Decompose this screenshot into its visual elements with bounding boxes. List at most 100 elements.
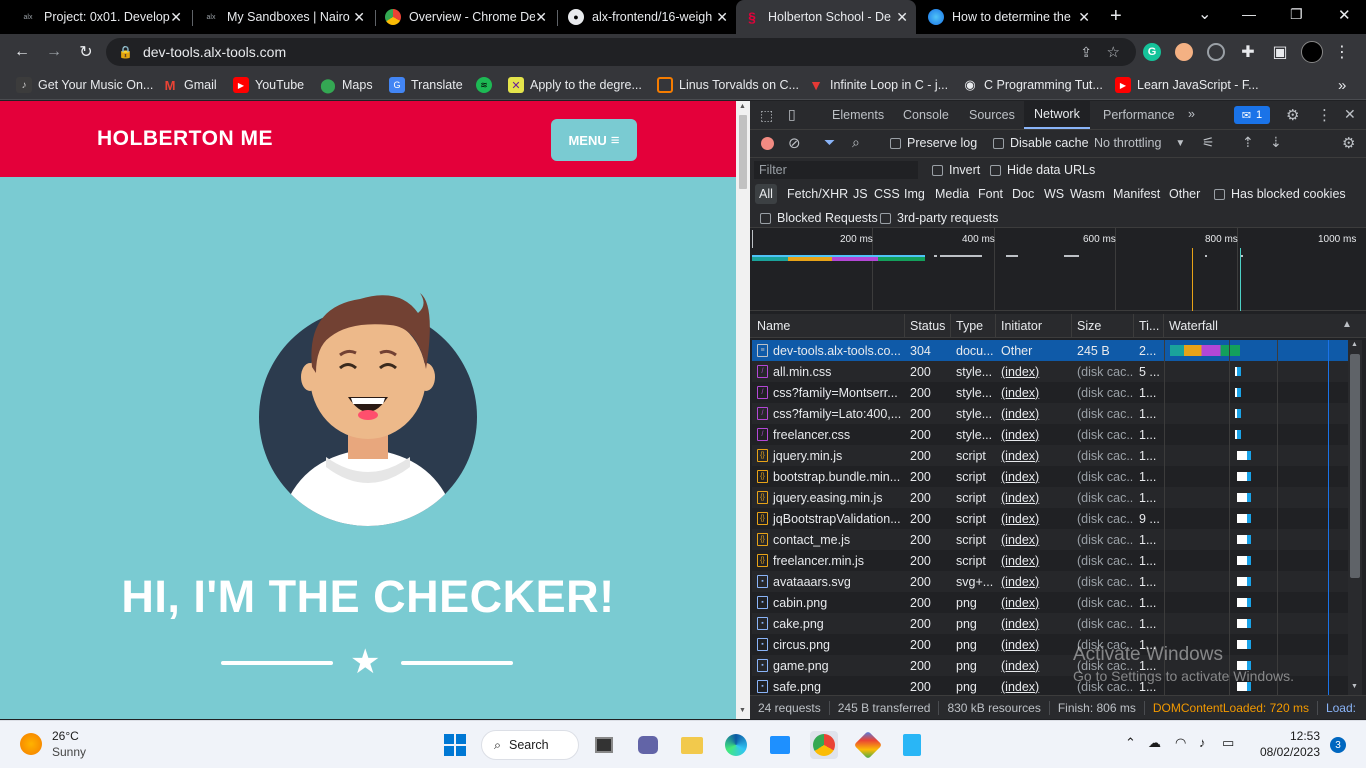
has-blocked-cookies-checkbox[interactable]: Has blocked cookies: [1214, 187, 1346, 201]
cell-name[interactable]: ▪ safe.png: [752, 676, 905, 695]
cell-name[interactable]: ▪ cake.png: [752, 613, 905, 634]
cell-initiator[interactable]: (index): [996, 592, 1072, 613]
tab-performance[interactable]: Performance: [1093, 101, 1185, 129]
filter-img[interactable]: Img: [900, 184, 929, 204]
close-icon[interactable]: ✕: [716, 9, 728, 26]
cell-initiator[interactable]: (index): [996, 487, 1072, 508]
task-view-icon[interactable]: [590, 731, 618, 759]
search-icon[interactable]: ⌕: [852, 134, 860, 151]
bookmark-item[interactable]: ✕ Apply to the degre...: [508, 76, 642, 94]
cell-initiator[interactable]: (index): [996, 508, 1072, 529]
browser-tab[interactable]: alx My Sandboxes | Nairo ✕: [195, 0, 373, 34]
table-row[interactable]: {} jqBootstrapValidation... 200 script (inde…: [752, 508, 1348, 529]
column-waterfall[interactable]: Waterfall: [1164, 314, 1350, 338]
cell-name[interactable]: ≡ dev-tools.alx-tools.co...: [752, 340, 905, 361]
filter-media[interactable]: Media: [931, 184, 973, 204]
chrome-menu-icon[interactable]: ⋮: [1330, 40, 1354, 64]
cell-initiator[interactable]: (index): [996, 655, 1072, 676]
filter-ws[interactable]: WS: [1040, 184, 1068, 204]
table-row[interactable]: {} bootstrap.bundle.min... 200 script (index…: [752, 466, 1348, 487]
new-tab-button[interactable]: +: [1110, 5, 1122, 28]
filter-doc[interactable]: Doc: [1008, 184, 1038, 204]
cell-initiator[interactable]: (index): [996, 550, 1072, 571]
weather-temp[interactable]: 26°C: [52, 729, 79, 743]
filter-manifest[interactable]: Manifest: [1109, 184, 1164, 204]
cell-initiator[interactable]: (index): [996, 634, 1072, 655]
notepad-icon[interactable]: [898, 731, 926, 759]
browser-tab[interactable]: How to determine the ✕: [920, 0, 1098, 34]
chrome-taskbar-icon[interactable]: [810, 731, 838, 759]
issues-badge[interactable]: ✉ 1: [1234, 106, 1270, 124]
sort-ascending-icon[interactable]: ▲: [1342, 319, 1352, 330]
address-bar[interactable]: 🔒 dev-tools.alx-tools.com ⇪ ☆: [106, 38, 1136, 66]
table-row[interactable]: {} freelancer.min.js 200 script (index) (disk…: [752, 550, 1348, 571]
close-window-button[interactable]: ✕: [1338, 6, 1351, 24]
cell-name[interactable]: ▪ game.png: [752, 655, 905, 676]
bookmark-item[interactable]: ♪ Get Your Music On...: [16, 76, 153, 94]
cell-initiator[interactable]: (index): [996, 424, 1072, 445]
cell-name[interactable]: {} contact_me.js: [752, 529, 905, 550]
cell-initiator[interactable]: (index): [996, 382, 1072, 403]
close-devtools-icon[interactable]: ✕: [1344, 106, 1356, 123]
table-row[interactable]: {} contact_me.js 200 script (index) (disk cac…: [752, 529, 1348, 550]
edge-icon[interactable]: [722, 731, 750, 759]
column-name[interactable]: Name: [752, 314, 905, 338]
bookmark-item[interactable]: ▶ YouTube: [233, 76, 304, 94]
scroll-down-arrow[interactable]: ▼: [739, 707, 746, 714]
table-row[interactable]: / freelancer.css 200 style... (index) (disk c…: [752, 424, 1348, 445]
browser-tab-active[interactable]: § Holberton School - De ✕: [736, 0, 916, 34]
cell-name[interactable]: / freelancer.css: [752, 424, 905, 445]
menu-button[interactable]: MENU ≡: [551, 119, 637, 161]
hide-data-urls-checkbox[interactable]: Hide data URLs: [990, 163, 1095, 177]
more-tabs-icon[interactable]: »: [1188, 107, 1195, 121]
network-settings-icon[interactable]: ⚙: [1342, 134, 1355, 152]
clear-icon[interactable]: ⊘: [788, 134, 801, 152]
cell-initiator[interactable]: (index): [996, 571, 1072, 592]
scroll-down-arrow[interactable]: ▼: [1351, 683, 1358, 690]
bookmark-item[interactable]: ≋: [476, 76, 498, 94]
bookmark-item[interactable]: Linus Torvalds on C...: [657, 76, 799, 94]
filter-font[interactable]: Font: [974, 184, 1007, 204]
inspect-element-icon[interactable]: ⬚: [760, 107, 773, 124]
filter-fetch-xhr[interactable]: Fetch/XHR: [783, 184, 852, 204]
scroll-up-arrow[interactable]: ▲: [739, 103, 746, 110]
minimize-button[interactable]: —: [1242, 6, 1256, 22]
column-time[interactable]: Ti...: [1134, 314, 1164, 338]
cell-name[interactable]: {} bootstrap.bundle.min...: [752, 466, 905, 487]
page-scrollbar-thumb[interactable]: [739, 115, 747, 189]
third-party-checkbox[interactable]: 3rd-party requests: [880, 211, 998, 225]
filter-js[interactable]: JS: [849, 184, 872, 204]
preserve-log-checkbox[interactable]: Preserve log: [890, 136, 977, 150]
cell-initiator[interactable]: (index): [996, 445, 1072, 466]
cell-initiator[interactable]: (index): [996, 676, 1072, 695]
cell-name[interactable]: ▪ cabin.png: [752, 592, 905, 613]
table-row[interactable]: ▪ cake.png 200 png (index) (disk cac... 1...: [752, 613, 1348, 634]
tab-network[interactable]: Network: [1024, 101, 1090, 129]
weather-sun-icon[interactable]: [20, 733, 42, 755]
cell-name[interactable]: {} freelancer.min.js: [752, 550, 905, 571]
bookmark-item[interactable]: ⬤ Maps: [320, 76, 372, 94]
forward-icon[interactable]: →: [42, 40, 66, 64]
site-brand[interactable]: HOLBERTON ME: [97, 127, 273, 151]
close-icon[interactable]: ✕: [353, 9, 365, 26]
cell-initiator[interactable]: Other: [996, 340, 1072, 361]
grammarly-icon[interactable]: G: [1143, 43, 1161, 61]
wifi-icon[interactable]: ◠: [1175, 735, 1186, 751]
profile-avatar[interactable]: [1301, 41, 1323, 63]
cell-name[interactable]: {} jquery.min.js: [752, 445, 905, 466]
cell-name[interactable]: / all.min.css: [752, 361, 905, 382]
browser-tab[interactable]: alx Project: 0x01. Develop ✕: [12, 0, 190, 34]
network-overview[interactable]: 200 ms 400 ms 600 ms 800 ms 1000 ms: [750, 228, 1366, 311]
table-row[interactable]: {} jquery.min.js 200 script (index) (disk cac…: [752, 445, 1348, 466]
microsoft-store-icon[interactable]: [766, 731, 794, 759]
filter-wasm[interactable]: Wasm: [1066, 184, 1109, 204]
volume-icon[interactable]: ♪: [1199, 735, 1206, 750]
cell-initiator[interactable]: (index): [996, 361, 1072, 382]
blocked-requests-checkbox[interactable]: Blocked Requests: [760, 211, 878, 225]
column-initiator[interactable]: Initiator: [996, 314, 1072, 338]
close-icon[interactable]: ✕: [1078, 9, 1090, 26]
cell-name[interactable]: {} jquery.easing.min.js: [752, 487, 905, 508]
table-row[interactable]: {} jquery.easing.min.js 200 script (index) (d…: [752, 487, 1348, 508]
export-har-icon[interactable]: ⇣: [1270, 134, 1282, 151]
vscode-like-icon[interactable]: [853, 730, 883, 760]
